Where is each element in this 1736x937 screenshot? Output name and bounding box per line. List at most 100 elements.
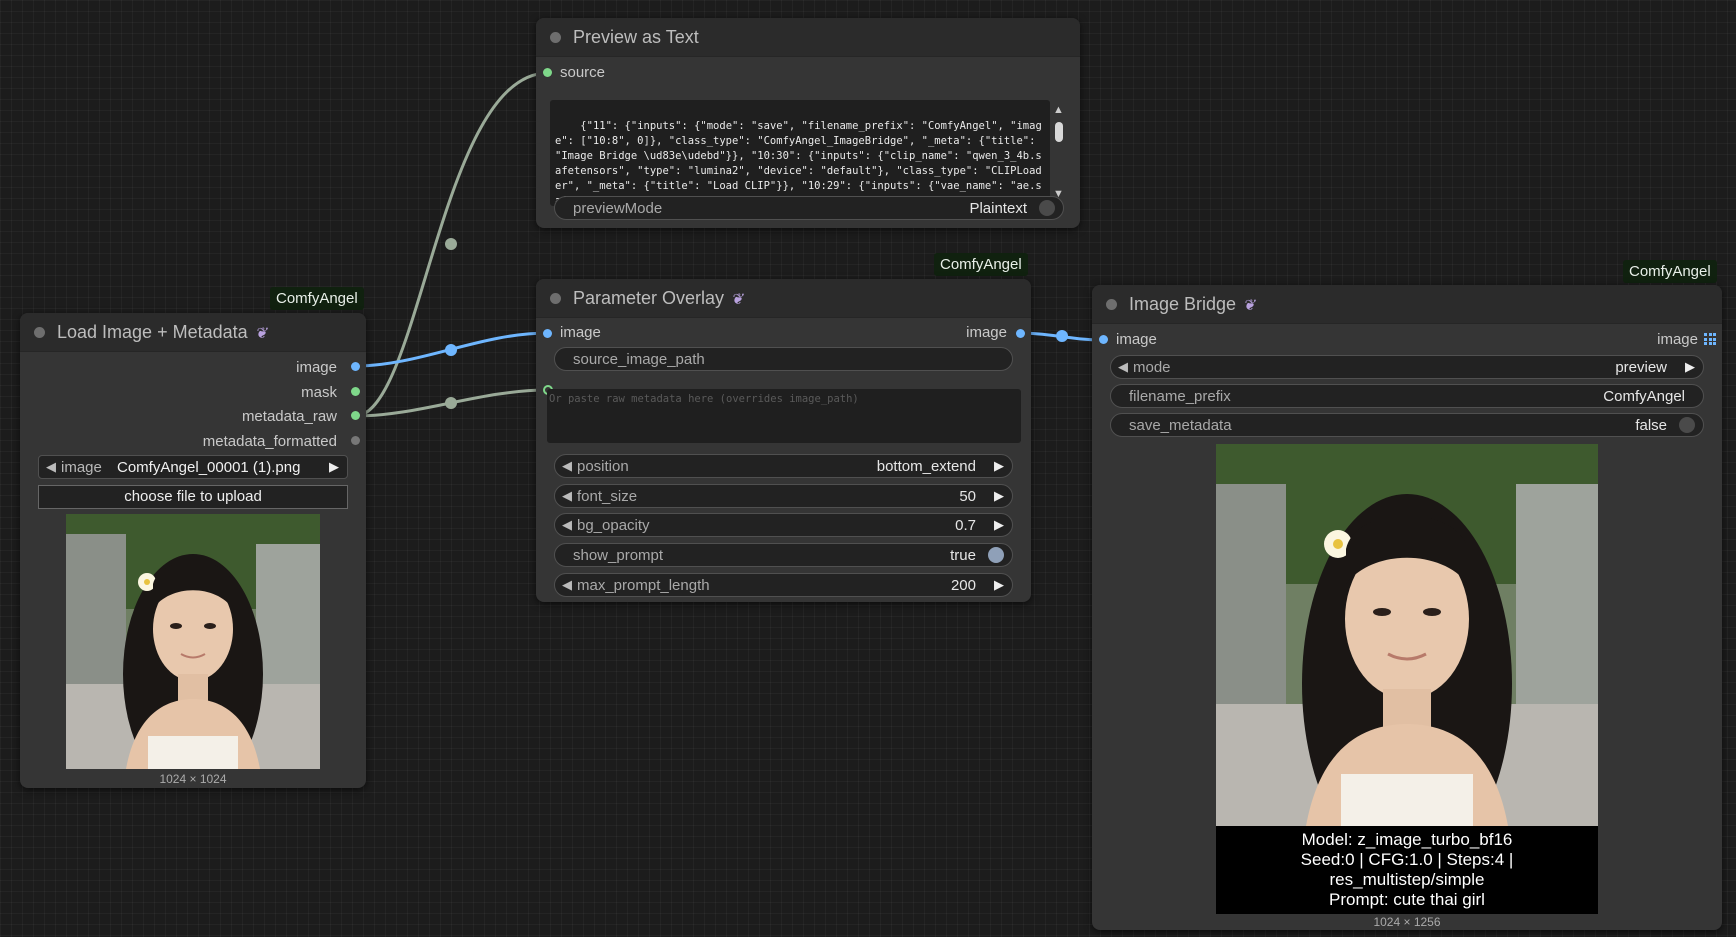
wire-metadata-to-overlay-midpoint[interactable] — [445, 397, 457, 409]
parameter-overlay-node[interactable]: Parameter Overlay ❦ image image source_im… — [536, 279, 1031, 602]
preview-as-text-node[interactable]: Preview as Text source {"11": {"inputs":… — [536, 18, 1080, 228]
output-slot-metadata-formatted[interactable] — [351, 436, 360, 445]
arrow-left-icon[interactable]: ◀ — [562, 517, 572, 533]
feather-icon: ❦ — [730, 291, 747, 308]
output-label-image: image — [296, 359, 337, 376]
collapse-dot[interactable] — [1106, 299, 1117, 310]
image-output-label: image — [966, 324, 1007, 341]
preview-text-area[interactable]: {"11": {"inputs": {"mode": "save", "file… — [550, 100, 1050, 206]
widget-label: bg_opacity — [577, 517, 650, 534]
image-file-selector[interactable]: ◀ image ComfyAngel_00001 (1).png ▶ — [38, 455, 348, 479]
load-node-badge: ComfyAngel — [270, 287, 364, 310]
image-size-caption: 1024 × 1256 — [1373, 915, 1441, 929]
arrow-right-icon[interactable]: ▶ — [329, 459, 339, 475]
toggle-knob[interactable] — [988, 547, 1004, 563]
arrow-right-icon[interactable]: ▶ — [994, 577, 1004, 593]
arrow-left-icon[interactable]: ◀ — [562, 458, 572, 474]
widget-value: preview — [1615, 359, 1667, 376]
widget-value: 0.7 — [955, 517, 976, 534]
preview-mode-toggle[interactable]: previewMode Plaintext — [554, 196, 1064, 220]
widget-value: true — [950, 547, 976, 564]
wire-image-to-overlay — [354, 331, 549, 368]
widget-value: ComfyAngel_00001 (1).png — [117, 459, 301, 476]
arrow-left-icon[interactable]: ◀ — [46, 459, 56, 475]
wire-metadata-to-overlay — [354, 388, 549, 418]
upload-button[interactable]: choose file to upload — [38, 485, 348, 509]
widget-value: false — [1635, 417, 1667, 434]
image-input-label: image — [560, 324, 601, 341]
filename-prefix-input[interactable]: filename_prefix ComfyAngel — [1110, 384, 1704, 408]
collapse-dot[interactable] — [550, 32, 561, 43]
image-input-slot[interactable] — [1099, 335, 1108, 344]
mode-select[interactable]: ◀ mode preview ▶ — [1110, 355, 1704, 379]
raw-metadata-textarea[interactable]: Or paste raw metadata here (overrides im… — [547, 389, 1021, 443]
widget-value: Plaintext — [969, 200, 1027, 217]
overlay-line-prompt: Prompt: cute thai girl — [1329, 890, 1485, 909]
image-output-slot[interactable] — [1016, 329, 1025, 338]
output-slot-image[interactable] — [351, 362, 360, 371]
collapse-dot[interactable] — [550, 293, 561, 304]
node-title-bar[interactable]: Parameter Overlay ❦ — [536, 279, 1031, 318]
save-metadata-toggle[interactable]: save_metadata false — [1110, 413, 1704, 437]
scroll-up-icon[interactable]: ▲ — [1053, 104, 1064, 116]
arrow-right-icon[interactable]: ▶ — [994, 517, 1004, 533]
collapse-dot[interactable] — [34, 327, 45, 338]
node-title-bar[interactable]: Preview as Text — [536, 18, 1080, 57]
grid-icon[interactable] — [1704, 333, 1716, 345]
bridge-image-preview: Model: z_image_turbo_bf16 Seed:0 | CFG:1… — [1216, 444, 1598, 914]
overlay-line-sampler: res_multistep/simple — [1329, 870, 1485, 889]
image-bridge-node[interactable]: Image Bridge ❦ image image ◀ mode preview… — [1092, 285, 1722, 930]
image-input-slot[interactable] — [543, 329, 552, 338]
arrow-right-icon[interactable]: ▶ — [1685, 359, 1695, 375]
widget-value: 50 — [959, 488, 976, 505]
wire-metadata-to-preview-midpoint[interactable] — [445, 238, 457, 250]
widget-value: bottom_extend — [876, 458, 976, 475]
overlay-node-badge: ComfyAngel — [934, 253, 1028, 276]
overlay-line-params: Seed:0 | CFG:1.0 | Steps:4 | — [1300, 850, 1514, 869]
source-input-slot[interactable] — [543, 68, 552, 77]
source-image-path-input[interactable]: source_image_path — [554, 347, 1013, 371]
node-title: Load Image + Metadata ❦ — [57, 322, 270, 343]
max-prompt-length-stepper[interactable]: ◀ max_prompt_length 200 ▶ — [554, 573, 1013, 597]
toggle-knob[interactable] — [1039, 200, 1055, 216]
node-title: Preview as Text — [573, 27, 699, 47]
preview-text-content: {"11": {"inputs": {"mode": "save", "file… — [555, 120, 1042, 206]
parameter-overlay-band: Model: z_image_turbo_bf16 Seed:0 | CFG:1… — [1216, 826, 1598, 914]
upload-button-label: choose file to upload — [124, 488, 262, 505]
wire-metadata-to-preview — [354, 71, 549, 418]
load-image-metadata-node[interactable]: Load Image + Metadata ❦ image mask metada… — [20, 313, 366, 788]
arrow-right-icon[interactable]: ▶ — [994, 488, 1004, 504]
node-title-bar[interactable]: Image Bridge ❦ — [1092, 285, 1722, 324]
output-slot-mask[interactable] — [351, 387, 360, 396]
node-title: Image Bridge ❦ — [1129, 294, 1258, 315]
widget-label: image — [61, 459, 102, 476]
source-input-label: source — [560, 64, 606, 81]
bg-opacity-stepper[interactable]: ◀ bg_opacity 0.7 ▶ — [554, 513, 1013, 537]
node-title-text: Parameter Overlay — [573, 288, 725, 308]
portrait-image — [1216, 444, 1598, 826]
feather-icon: ❦ — [253, 325, 270, 342]
output-slot-metadata-raw[interactable] — [351, 411, 360, 420]
overlay-line-model: Model: z_image_turbo_bf16 — [1301, 830, 1513, 849]
widget-label: mode — [1133, 359, 1171, 376]
node-title: Parameter Overlay ❦ — [573, 288, 747, 309]
arrow-left-icon[interactable]: ◀ — [562, 577, 572, 593]
font-size-stepper[interactable]: ◀ font_size 50 ▶ — [554, 484, 1013, 508]
widget-label: previewMode — [573, 200, 663, 217]
arrow-left-icon[interactable]: ◀ — [1118, 359, 1128, 375]
node-title-bar[interactable]: Load Image + Metadata ❦ — [20, 313, 366, 352]
image-size-caption: 1024 × 1024 — [159, 772, 227, 786]
widget-value: 200 — [950, 577, 976, 594]
show-prompt-toggle[interactable]: show_prompt true — [554, 543, 1013, 567]
arrow-left-icon[interactable]: ◀ — [562, 488, 572, 504]
widget-label: font_size — [577, 488, 638, 505]
widget-label: show_prompt — [573, 547, 664, 564]
wire-image-to-overlay-midpoint[interactable] — [445, 344, 457, 356]
scrollbar-thumb[interactable] — [1055, 122, 1063, 142]
scrollbar[interactable]: ▲ ▼ — [1052, 104, 1066, 206]
position-select[interactable]: ◀ position bottom_extend ▶ — [554, 454, 1013, 478]
arrow-right-icon[interactable]: ▶ — [994, 458, 1004, 474]
wire-overlay-to-bridge-midpoint[interactable] — [1056, 330, 1068, 342]
toggle-knob[interactable] — [1679, 417, 1695, 433]
output-label-mask: mask — [301, 384, 337, 401]
